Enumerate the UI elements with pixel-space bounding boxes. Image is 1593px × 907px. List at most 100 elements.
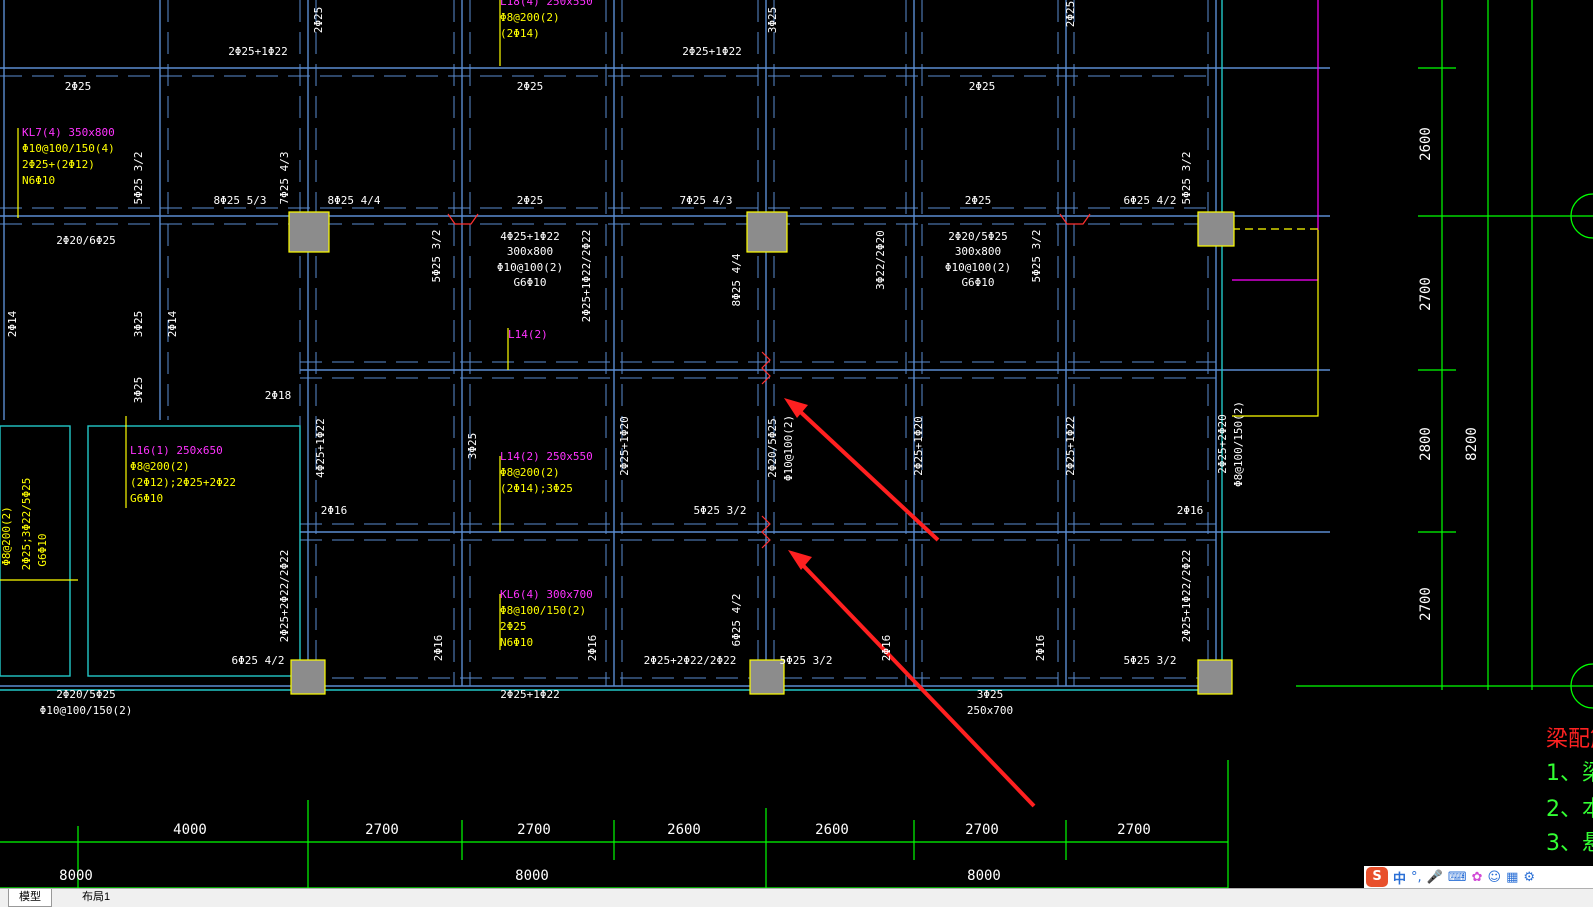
rebar-label-vertical: 7Φ25 4/3 <box>278 152 291 205</box>
rebar-label-vertical: 2Φ14 <box>6 310 19 337</box>
rebar-label-vertical: 3Φ22/2Φ20 <box>874 230 887 290</box>
rebar-label-vertical: 4Φ25+1Φ22 <box>314 418 327 478</box>
rebar-label: (2Φ12);2Φ25+2Φ22 <box>130 476 236 489</box>
rebar-label: 5Φ25 3/2 <box>780 654 833 667</box>
arrow-head-icon <box>788 550 812 570</box>
dimension-label: 2700 <box>517 822 551 838</box>
rebar-label: 250x700 <box>967 704 1013 717</box>
emoji-icon[interactable]: ☺ <box>1488 870 1502 885</box>
rebar-label-vertical: 2Φ16 <box>880 635 893 662</box>
rebar-label-vertical: 5Φ25 3/2 <box>1030 230 1043 283</box>
rebar-label: KL7(4) 350x800 <box>22 126 115 139</box>
rebar-label: 2Φ25 <box>65 80 92 93</box>
microphone-icon[interactable]: 🎤 <box>1427 870 1443 885</box>
rebar-label: 2Φ16 <box>1177 504 1204 517</box>
notes-text: 3、悬 <box>1546 831 1593 856</box>
notes-text: 2、本 <box>1546 797 1593 822</box>
rebar-label-vertical: 2Φ25 <box>312 7 325 34</box>
rebar-label-vertical: 2Φ25;3Φ22/5Φ25 <box>20 478 33 571</box>
dimension-label-vertical: 8200 <box>1464 427 1480 461</box>
rebar-label-vertical: 5Φ25 3/2 <box>1180 152 1193 205</box>
rebar-label: 8Φ25 5/3 <box>214 194 267 207</box>
dimension-label: 8000 <box>59 868 93 884</box>
leader-lines <box>0 0 1319 650</box>
rebar-label: Φ10@100(2) <box>945 261 1011 274</box>
dimension-label-vertical: 2800 <box>1418 427 1434 461</box>
rebar-label: 2Φ20/5Φ25 <box>948 230 1008 243</box>
rebar-label-vertical: 8Φ25 4/4 <box>730 253 743 306</box>
rebar-label: 2Φ18 <box>265 389 292 402</box>
layout-tab-bar: 模型 布局1 <box>0 888 1593 907</box>
sogou-logo-icon[interactable]: S <box>1366 867 1388 887</box>
rebar-label: 2Φ25 <box>500 620 527 633</box>
column-b <box>746 211 788 253</box>
rebar-label-vertical: G6Φ10 <box>36 533 49 566</box>
rebar-label-vertical: Φ8@100/150(2) <box>1232 401 1245 487</box>
rebar-label: (2Φ14);3Φ25 <box>500 482 573 495</box>
dimension-label: 4000 <box>173 822 207 838</box>
dimension-label: 8000 <box>967 868 1001 884</box>
rebar-label: 2Φ16 <box>321 504 348 517</box>
keyboard-icon[interactable]: ⌨ <box>1448 870 1467 885</box>
right-dimension-lines <box>1296 0 1593 709</box>
skin-icon[interactable]: ✿ <box>1472 870 1483 885</box>
rebar-label: 5Φ25 3/2 <box>694 504 747 517</box>
rebar-label: G6Φ10 <box>130 492 163 505</box>
rebar-label-vertical: 2Φ25+1Φ22/2Φ22 <box>580 230 593 323</box>
rebar-label-vertical: Φ10@100(2) <box>782 415 795 481</box>
reinforcement-labels: 2Φ25+1Φ22 2Φ25+1Φ22 2Φ25 2Φ25 2Φ25 L18(4) 250… <box>0 0 1593 884</box>
rebar-label-vertical: 3Φ25 <box>766 7 779 34</box>
toolbox-icon[interactable]: ▦ <box>1506 870 1518 885</box>
rebar-label: N6Φ10 <box>22 174 55 187</box>
rebar-label: 2Φ25+2Φ22/2Φ22 <box>644 654 737 667</box>
rebar-label: Φ10@100(2) <box>497 261 563 274</box>
ime-language-toggle[interactable]: 中 <box>1393 868 1406 887</box>
column-f <box>1197 659 1233 695</box>
rebar-label: 4Φ25+1Φ22 <box>500 230 560 243</box>
dimension-label-vertical: 2700 <box>1418 587 1434 621</box>
rebar-label: KL6(4) 300x700 <box>500 588 593 601</box>
settings-icon[interactable]: ⚙ <box>1523 870 1535 885</box>
rebar-label-vertical: 2Φ14 <box>166 310 179 337</box>
rebar-label: G6Φ10 <box>513 276 546 289</box>
rebar-label: 2Φ20/6Φ25 <box>56 234 116 247</box>
cad-drawing-canvas[interactable]: 2Φ25+1Φ22 2Φ25+1Φ22 2Φ25 2Φ25 2Φ25 L18(4) 250… <box>0 0 1593 888</box>
dimension-label: 2700 <box>1117 822 1151 838</box>
rebar-label: 2Φ25+1Φ22 <box>500 688 560 701</box>
rebar-label-vertical: 2Φ16 <box>1034 635 1047 662</box>
rebar-label: 5Φ25 3/2 <box>1124 654 1177 667</box>
rebar-label: N6Φ10 <box>500 636 533 649</box>
rebar-label: 2Φ25 <box>517 80 544 93</box>
ime-toolbar[interactable]: S 中 °, 🎤 ⌨ ✿ ☺ ▦ ⚙ <box>1364 866 1593 888</box>
rebar-label: 7Φ25 4/3 <box>680 194 733 207</box>
rebar-label-vertical: 2Φ16 <box>586 635 599 662</box>
punctuation-icon[interactable]: °, <box>1411 870 1422 885</box>
rebar-label-vertical: 5Φ25 3/2 <box>430 230 443 283</box>
rebar-label: (2Φ14) <box>500 27 540 40</box>
rebar-label: Φ8@100/150(2) <box>500 604 586 617</box>
rebar-label-vertical: 6Φ25 4/2 <box>730 594 743 647</box>
rebar-label: 2Φ25 <box>969 80 996 93</box>
rebar-label-vertical: 2Φ20/5Φ25 <box>766 418 779 478</box>
column-c <box>1197 211 1235 247</box>
rebar-label-vertical: 2Φ25 <box>1064 1 1077 28</box>
tab-layout1[interactable]: 布局1 <box>72 889 120 906</box>
rebar-label: L14(2) 250x550 <box>500 450 593 463</box>
rebar-label: 2Φ20/5Φ25 <box>56 688 116 701</box>
rebar-label-vertical: 5Φ25 3/2 <box>132 152 145 205</box>
tab-model[interactable]: 模型 <box>8 889 52 907</box>
notes-text: 1、梁 <box>1546 761 1593 786</box>
dimension-label-vertical: 2700 <box>1418 277 1434 311</box>
rebar-label: 300x800 <box>955 245 1001 258</box>
left-beam-box <box>0 0 1223 691</box>
dimension-label: 2600 <box>667 822 701 838</box>
rebar-label: Φ8@200(2) <box>130 460 190 473</box>
rebar-label: Φ10@100/150(4) <box>22 142 115 155</box>
rebar-label: 6Φ25 4/2 <box>232 654 285 667</box>
rebar-label-vertical: 3Φ25 <box>132 377 145 404</box>
dimension-label: 2700 <box>365 822 399 838</box>
column-d <box>290 659 326 695</box>
rebar-label-vertical: 3Φ25 <box>132 311 145 338</box>
rebar-label-vertical: 2Φ25+1Φ20 <box>618 416 631 476</box>
rebar-label: 8Φ25 4/4 <box>328 194 381 207</box>
